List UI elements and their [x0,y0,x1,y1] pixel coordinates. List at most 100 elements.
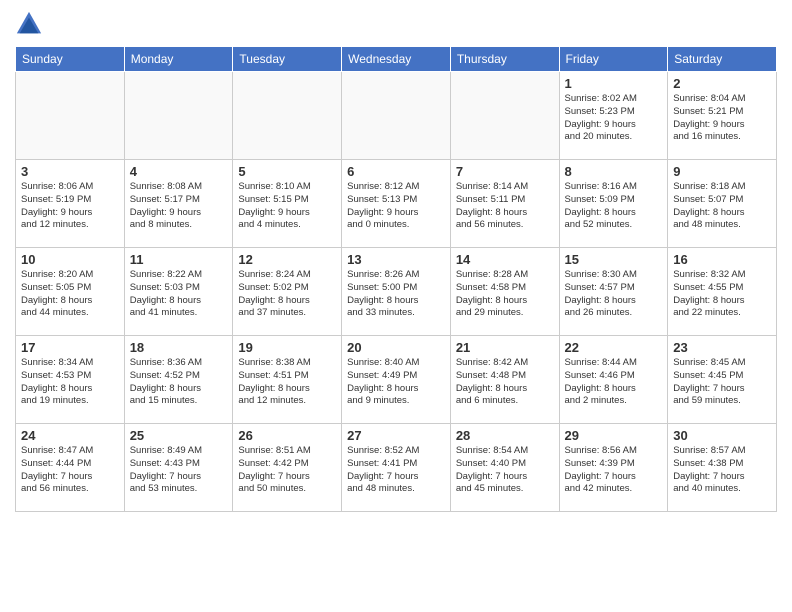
calendar-cell: 21 Sunrise: 8:42 AM Sunset: 4:48 PM Dayli… [450,336,559,424]
calendar-cell [233,72,342,160]
week-row-3: 10 Sunrise: 8:20 AM Sunset: 5:05 PM Dayli… [16,248,777,336]
calendar-cell: 13 Sunrise: 8:26 AM Sunset: 5:00 PM Dayli… [342,248,451,336]
week-row-5: 24 Sunrise: 8:47 AM Sunset: 4:44 PM Dayli… [16,424,777,512]
day-info: Sunrise: 8:04 AM Sunset: 5:21 PM Dayligh… [673,93,771,144]
day-number: 30 [673,428,771,443]
day-info: Sunrise: 8:28 AM Sunset: 4:58 PM Dayligh… [456,269,554,320]
day-info: Sunrise: 8:34 AM Sunset: 4:53 PM Dayligh… [21,357,119,408]
day-info: Sunrise: 8:42 AM Sunset: 4:48 PM Dayligh… [456,357,554,408]
calendar-cell: 1 Sunrise: 8:02 AM Sunset: 5:23 PM Daylig… [559,72,668,160]
calendar-cell: 14 Sunrise: 8:28 AM Sunset: 4:58 PM Dayli… [450,248,559,336]
day-number: 14 [456,252,554,267]
day-info: Sunrise: 8:57 AM Sunset: 4:38 PM Dayligh… [673,445,771,496]
day-info: Sunrise: 8:56 AM Sunset: 4:39 PM Dayligh… [565,445,663,496]
day-number: 1 [565,76,663,91]
day-number: 17 [21,340,119,355]
day-info: Sunrise: 8:49 AM Sunset: 4:43 PM Dayligh… [130,445,228,496]
day-number: 8 [565,164,663,179]
day-info: Sunrise: 8:24 AM Sunset: 5:02 PM Dayligh… [238,269,336,320]
day-info: Sunrise: 8:45 AM Sunset: 4:45 PM Dayligh… [673,357,771,408]
calendar-cell: 18 Sunrise: 8:36 AM Sunset: 4:52 PM Dayli… [124,336,233,424]
day-number: 6 [347,164,445,179]
calendar-cell: 10 Sunrise: 8:20 AM Sunset: 5:05 PM Dayli… [16,248,125,336]
calendar-cell: 20 Sunrise: 8:40 AM Sunset: 4:49 PM Dayli… [342,336,451,424]
day-number: 3 [21,164,119,179]
day-number: 4 [130,164,228,179]
calendar-cell: 7 Sunrise: 8:14 AM Sunset: 5:11 PM Daylig… [450,160,559,248]
day-number: 20 [347,340,445,355]
calendar-cell: 16 Sunrise: 8:32 AM Sunset: 4:55 PM Dayli… [668,248,777,336]
day-number: 26 [238,428,336,443]
day-number: 28 [456,428,554,443]
week-row-1: 1 Sunrise: 8:02 AM Sunset: 5:23 PM Daylig… [16,72,777,160]
calendar-cell [342,72,451,160]
main-container: SundayMondayTuesdayWednesdayThursdayFrid… [0,0,792,612]
weekday-header-wednesday: Wednesday [342,47,451,72]
logo-icon [15,10,43,38]
day-info: Sunrise: 8:12 AM Sunset: 5:13 PM Dayligh… [347,181,445,232]
day-number: 27 [347,428,445,443]
week-row-2: 3 Sunrise: 8:06 AM Sunset: 5:19 PM Daylig… [16,160,777,248]
calendar-cell: 4 Sunrise: 8:08 AM Sunset: 5:17 PM Daylig… [124,160,233,248]
weekday-header-sunday: Sunday [16,47,125,72]
weekday-header-friday: Friday [559,47,668,72]
calendar-cell: 29 Sunrise: 8:56 AM Sunset: 4:39 PM Dayli… [559,424,668,512]
day-number: 13 [347,252,445,267]
day-number: 7 [456,164,554,179]
calendar-cell: 22 Sunrise: 8:44 AM Sunset: 4:46 PM Dayli… [559,336,668,424]
calendar-cell: 12Sunrise: 8:24 AM Sunset: 5:02 PM Dayli… [233,248,342,336]
day-info: Sunrise: 8:26 AM Sunset: 5:00 PM Dayligh… [347,269,445,320]
weekday-header-tuesday: Tuesday [233,47,342,72]
day-info: Sunrise: 8:47 AM Sunset: 4:44 PM Dayligh… [21,445,119,496]
calendar-cell: 15Sunrise: 8:30 AM Sunset: 4:57 PM Dayli… [559,248,668,336]
calendar-cell [450,72,559,160]
calendar-cell: 25 Sunrise: 8:49 AM Sunset: 4:43 PM Dayli… [124,424,233,512]
day-number: 29 [565,428,663,443]
day-info: Sunrise: 8:36 AM Sunset: 4:52 PM Dayligh… [130,357,228,408]
calendar-cell: 3 Sunrise: 8:06 AM Sunset: 5:19 PM Daylig… [16,160,125,248]
day-info: Sunrise: 8:44 AM Sunset: 4:46 PM Dayligh… [565,357,663,408]
calendar-cell: 9 Sunrise: 8:18 AM Sunset: 5:07 PM Daylig… [668,160,777,248]
day-number: 22 [565,340,663,355]
calendar-cell: 8Sunrise: 8:16 AM Sunset: 5:09 PM Daylig… [559,160,668,248]
week-row-4: 17 Sunrise: 8:34 AM Sunset: 4:53 PM Dayli… [16,336,777,424]
day-number: 10 [21,252,119,267]
day-info: Sunrise: 8:20 AM Sunset: 5:05 PM Dayligh… [21,269,119,320]
weekday-header-row: SundayMondayTuesdayWednesdayThursdayFrid… [16,47,777,72]
calendar-cell: 30 Sunrise: 8:57 AM Sunset: 4:38 PM Dayli… [668,424,777,512]
day-info: Sunrise: 8:06 AM Sunset: 5:19 PM Dayligh… [21,181,119,232]
day-info: Sunrise: 8:10 AM Sunset: 5:15 PM Dayligh… [238,181,336,232]
day-number: 5 [238,164,336,179]
calendar-cell: 27 Sunrise: 8:52 AM Sunset: 4:41 PM Dayli… [342,424,451,512]
calendar-cell: 19 Sunrise: 8:38 AM Sunset: 4:51 PM Dayli… [233,336,342,424]
day-info: Sunrise: 8:52 AM Sunset: 4:41 PM Dayligh… [347,445,445,496]
day-number: 24 [21,428,119,443]
day-info: Sunrise: 8:08 AM Sunset: 5:17 PM Dayligh… [130,181,228,232]
day-info: Sunrise: 8:02 AM Sunset: 5:23 PM Dayligh… [565,93,663,144]
day-number: 16 [673,252,771,267]
calendar-cell: 24 Sunrise: 8:47 AM Sunset: 4:44 PM Dayli… [16,424,125,512]
day-info: Sunrise: 8:40 AM Sunset: 4:49 PM Dayligh… [347,357,445,408]
day-info: Sunrise: 8:54 AM Sunset: 4:40 PM Dayligh… [456,445,554,496]
calendar-cell: 11 Sunrise: 8:22 AM Sunset: 5:03 PM Dayli… [124,248,233,336]
day-info: Sunrise: 8:22 AM Sunset: 5:03 PM Dayligh… [130,269,228,320]
day-number: 25 [130,428,228,443]
day-info: Sunrise: 8:14 AM Sunset: 5:11 PM Dayligh… [456,181,554,232]
day-number: 19 [238,340,336,355]
day-info: Sunrise: 8:32 AM Sunset: 4:55 PM Dayligh… [673,269,771,320]
day-info: Sunrise: 8:18 AM Sunset: 5:07 PM Dayligh… [673,181,771,232]
day-number: 15 [565,252,663,267]
day-number: 18 [130,340,228,355]
calendar-cell: 6 Sunrise: 8:12 AM Sunset: 5:13 PM Daylig… [342,160,451,248]
day-number: 21 [456,340,554,355]
calendar-cell: 26 Sunrise: 8:51 AM Sunset: 4:42 PM Dayli… [233,424,342,512]
calendar-cell: 23Sunrise: 8:45 AM Sunset: 4:45 PM Dayli… [668,336,777,424]
weekday-header-saturday: Saturday [668,47,777,72]
day-info: Sunrise: 8:51 AM Sunset: 4:42 PM Dayligh… [238,445,336,496]
calendar-cell [16,72,125,160]
day-number: 11 [130,252,228,267]
day-number: 9 [673,164,771,179]
day-info: Sunrise: 8:38 AM Sunset: 4:51 PM Dayligh… [238,357,336,408]
calendar-cell [124,72,233,160]
header [15,10,777,38]
